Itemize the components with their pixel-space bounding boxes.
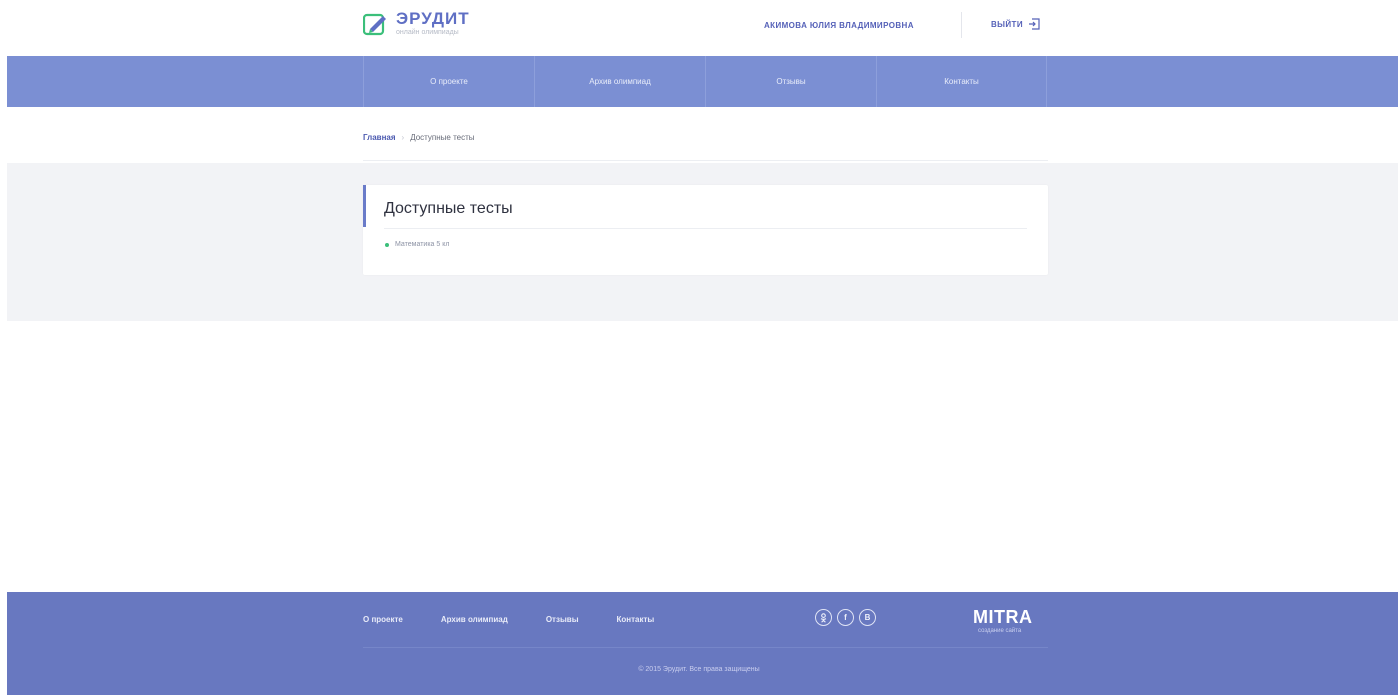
copyright: © 2015 Эрудит. Все права защищены: [638, 666, 760, 673]
breadcrumb: Главная › Доступные тесты: [363, 133, 475, 142]
card-accent-bar: [363, 185, 366, 227]
odnoklassniki-icon[interactable]: [815, 609, 832, 626]
top-nav-items: О проекте Архив олимпиад Отзывы Контакты: [363, 56, 1047, 107]
page-title: Доступные тесты: [384, 200, 513, 217]
logo-pen-icon: [363, 13, 386, 35]
vkontakte-icon[interactable]: B: [859, 609, 876, 626]
mitra-name: MITRA: [973, 607, 1033, 627]
test-link[interactable]: Математика 5 кл: [395, 241, 449, 248]
facebook-icon[interactable]: f: [837, 609, 854, 626]
list-item[interactable]: Математика 5 кл: [385, 241, 449, 248]
footer-divider: [363, 647, 1048, 648]
page: ЭРУДИТ онлайн олимпиады АКИМОВА ЮЛИЯ ВЛА…: [0, 0, 1398, 695]
logout-button[interactable]: ВЫЙТИ: [991, 18, 1040, 30]
tests-card: Доступные тесты Математика 5 кл: [363, 185, 1048, 275]
footer-link-reviews[interactable]: Отзывы: [546, 615, 579, 624]
footer: [7, 592, 1398, 695]
logo-text: ЭРУДИТ онлайн олимпиады: [396, 10, 470, 37]
footer-nav: О проекте Архив олимпиад Отзывы Контакты: [363, 615, 692, 624]
nav-item-reviews[interactable]: Отзывы: [705, 56, 876, 107]
breadcrumb-current: Доступные тесты: [410, 133, 475, 142]
logout-label: ВЫЙТИ: [991, 19, 1023, 29]
odnoklassniki-glyph-icon: [820, 612, 827, 623]
logo[interactable]: ЭРУДИТ онлайн олимпиады: [363, 10, 470, 37]
footer-link-contacts[interactable]: Контакты: [617, 615, 655, 624]
user-name[interactable]: АКИМОВА ЮЛИЯ ВЛАДИМИРОВНА: [764, 21, 914, 30]
nav-item-contacts[interactable]: Контакты: [876, 56, 1047, 107]
bullet-icon: [385, 242, 389, 247]
mitra-subtitle: создание сайта: [978, 628, 1022, 634]
header: ЭРУДИТ онлайн олимпиады АКИМОВА ЮЛИЯ ВЛА…: [0, 0, 1398, 56]
nav-item-about[interactable]: О проекте: [363, 56, 534, 107]
mitra-logo[interactable]: MITRA создание сайта: [973, 608, 1033, 634]
nav-item-archive[interactable]: Архив олимпиад: [534, 56, 705, 107]
card-divider: [384, 228, 1027, 229]
breadcrumb-divider: [363, 160, 1048, 161]
header-divider: [961, 12, 962, 38]
footer-link-archive[interactable]: Архив олимпиад: [441, 615, 508, 624]
footer-link-about[interactable]: О проекте: [363, 615, 403, 624]
breadcrumb-home[interactable]: Главная: [363, 133, 396, 142]
social-links: f B: [815, 609, 881, 626]
breadcrumb-separator-icon: ›: [401, 133, 405, 142]
top-nav: О проекте Архив олимпиад Отзывы Контакты: [7, 56, 1398, 107]
logo-name: ЭРУДИТ: [396, 9, 470, 28]
logo-subtitle: онлайн олимпиады: [396, 29, 459, 36]
logout-icon: [1029, 18, 1040, 30]
